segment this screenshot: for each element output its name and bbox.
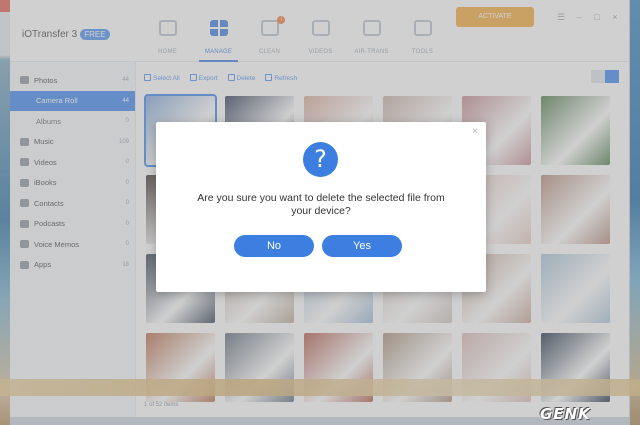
yes-button[interactable]: Yes [322, 235, 402, 257]
dialog-message-line2: your device? [291, 205, 351, 217]
dialog-message: Are you sure you want to delete the sele… [176, 192, 466, 218]
dialog-message-line1: Are you sure you want to delete the sele… [197, 192, 445, 204]
genk-watermark: GENK [540, 405, 591, 423]
question-icon: ? [303, 142, 338, 177]
close-icon[interactable]: × [472, 126, 478, 137]
no-button[interactable]: No [234, 235, 314, 257]
delete-confirm-dialog: × ? Are you sure you want to delete the … [156, 122, 486, 292]
